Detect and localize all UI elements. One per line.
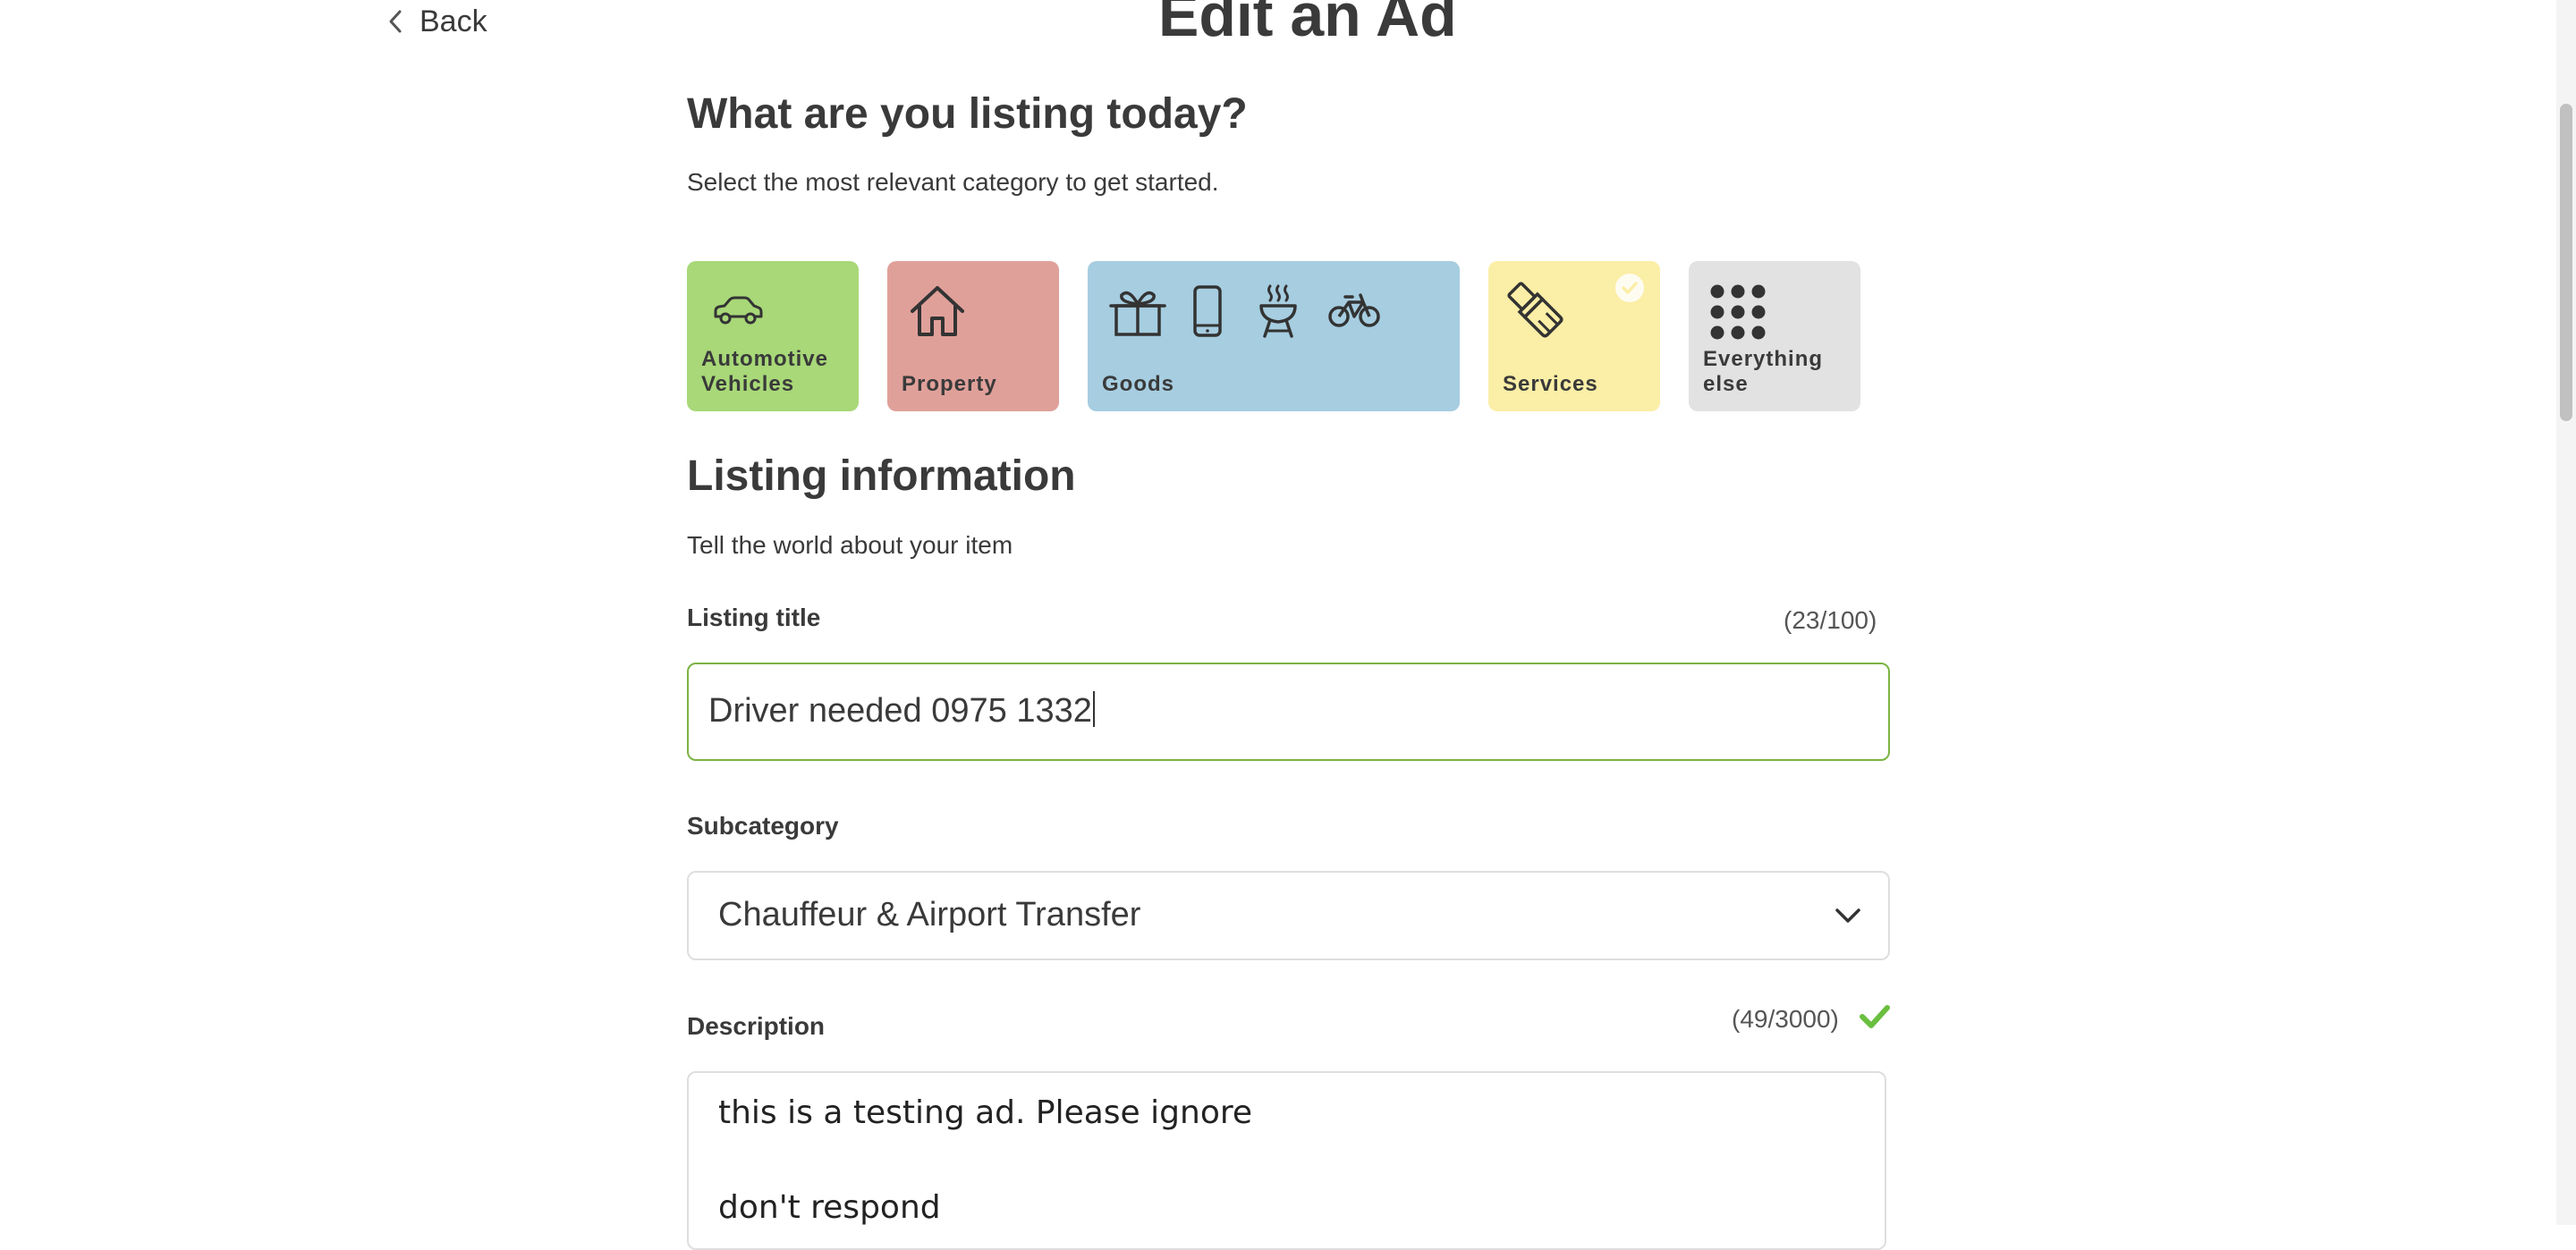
page-title: Edit an Ad [1158,0,1457,49]
back-link[interactable]: Back [387,0,487,43]
phone-icon [1193,285,1222,337]
subcategory-select[interactable]: Chauffeur & Airport Transfer [687,871,1890,960]
chevron-left-icon [389,10,402,33]
scrollbar-thumb[interactable] [2560,104,2572,421]
gift-box-icon [1109,291,1166,336]
category-tile-property[interactable]: Property [887,261,1059,411]
tile-label: Property [902,372,997,396]
description-counter: (49/3000) [1732,1005,1839,1033]
tile-label: Goods [1102,372,1174,396]
category-tile-goods[interactable]: Goods [1088,261,1460,411]
house-icon [911,286,964,336]
chevron-down-icon [1835,908,1860,923]
category-subheading: Select the most relevant category to get… [687,168,1219,196]
listing-title-label: Listing title [687,604,821,631]
description-label: Description [687,1012,826,1040]
listing-title-counter: (23/100) [1784,606,1877,634]
selected-check-icon [1615,274,1644,302]
description-line: this is a testing ad. Please ignore [718,1094,1253,1131]
barbecue-grill-icon [1259,284,1297,338]
bicycle-icon [1328,293,1380,327]
category-tile-services[interactable]: Services [1488,261,1660,411]
listing-title-input[interactable]: Driver needed 0975 1332 [687,663,1890,761]
subcategory-value: Chauffeur & Airport Transfer [718,896,1141,933]
grid-dots-icon [1710,284,1766,340]
tile-label: Everything else [1703,347,1824,396]
category-heading: What are you listing today? [687,90,1248,138]
paintbrush-icon [1507,282,1563,338]
valid-check-icon [1860,1005,1890,1028]
subcategory-label: Subcategory [687,812,839,840]
back-label: Back [419,4,487,38]
description-line: don't respond [718,1189,941,1226]
category-tile-automotive-vehicles[interactable]: Automotive Vehicles [687,261,859,411]
page-scrollbar[interactable] [2556,0,2576,1225]
listing-title-value: Driver needed 0975 1332 [708,691,1095,731]
text-caret [1092,691,1095,727]
listing-heading: Listing information [687,452,1076,500]
category-tile-everything-else[interactable]: Everything else [1689,261,1860,411]
car-icon [714,296,763,325]
tile-label: Services [1503,372,1598,396]
tile-label: Automotive Vehicles [701,347,828,396]
description-textarea[interactable]: this is a testing ad. Please ignore don'… [687,1071,1886,1250]
listing-subheading: Tell the world about your item [687,531,1013,559]
